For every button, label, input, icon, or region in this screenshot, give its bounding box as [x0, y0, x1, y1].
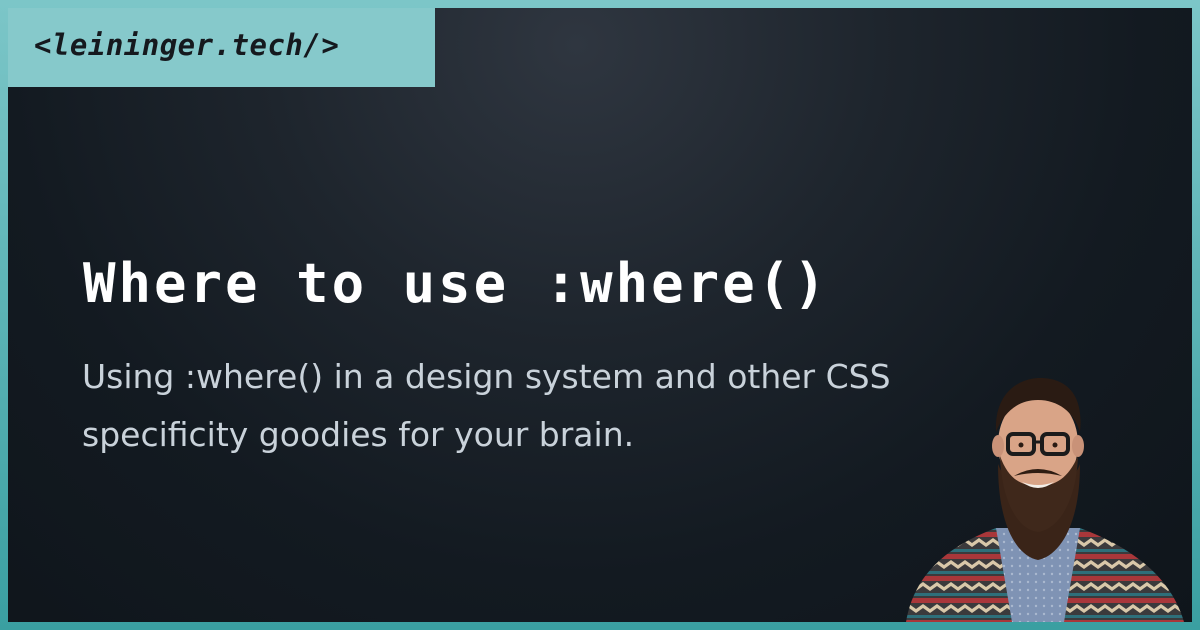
author-portrait-icon	[906, 378, 1184, 622]
social-card: <leininger.tech/> Where to use :where() …	[8, 8, 1192, 622]
post-subtitle: Using :where() in a design system and ot…	[82, 348, 962, 464]
brand-logo-text[interactable]: <leininger.tech/>	[34, 28, 339, 62]
post-subtitle-line-2: specificity goodies for your brain.	[82, 415, 635, 454]
brand-tab: <leininger.tech/>	[8, 8, 435, 87]
post-title: Where to use :where()	[83, 252, 829, 315]
post-subtitle-line-1: Using :where() in a design system and ot…	[82, 357, 891, 396]
